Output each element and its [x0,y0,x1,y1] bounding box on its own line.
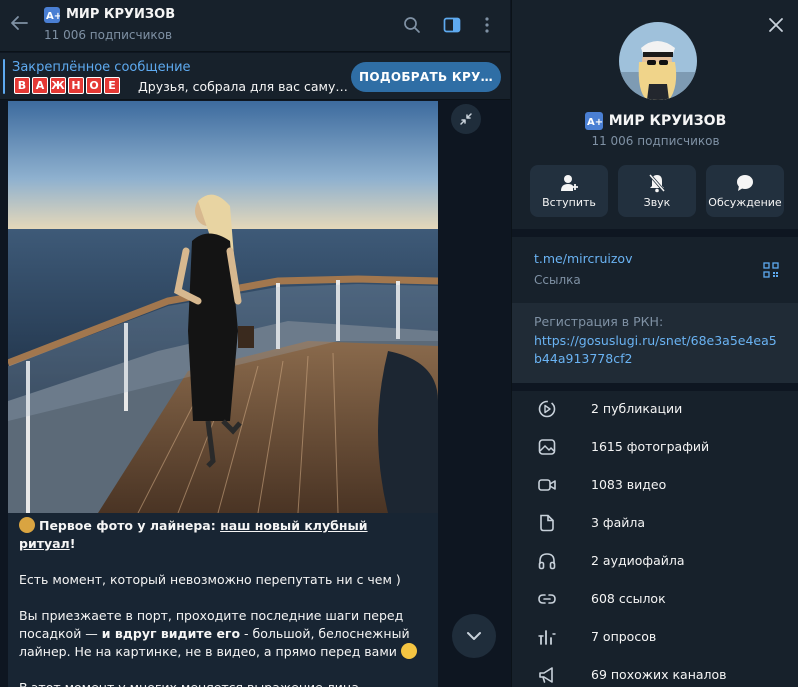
media-row-videos[interactable]: 1083 видео [512,467,798,505]
media-row-posts[interactable]: 2 публикации [512,391,798,429]
media-row-polls[interactable]: 7 опросов [512,619,798,657]
sidebar-toggle-icon[interactable] [442,15,462,35]
link-icon [538,594,556,604]
camera-emoji-icon [19,517,35,533]
starstruck-emoji-icon [400,643,417,659]
join-button[interactable]: Вступить [530,165,608,217]
message-bold-end: ! [69,536,76,551]
collapse-button[interactable] [451,104,481,134]
media-label: 7 опросов [591,629,657,644]
important-tag: В А Ж Н О Е [14,77,120,94]
media-label: 2 аудиофайла [591,553,685,568]
qr-code-icon[interactable] [763,262,779,278]
message-line-1: Первое фото у лайнера: наш новый клубный… [19,517,427,553]
message-paragraph-3: Вы приезжаете в порт, проходите последни… [19,607,427,661]
link-label: Ссылка [534,273,581,287]
photo-icon [538,439,556,455]
media-row-links[interactable]: 608 ссылок [512,581,798,619]
message-bubble: Первое фото у лайнера: наш новый клубный… [8,513,438,687]
message-paragraph-4: В этот момент у многих меняется выражени… [19,679,427,687]
media-label: 2 публикации [591,401,683,416]
chat-header[interactable]: A+ МИР КРУИЗОВ 11 006 подписчиков [0,0,510,52]
pick-cruise-button[interactable]: ПОДОБРАТЬ КРУ… [351,62,501,92]
chat-title[interactable]: МИР КРУИЗОВ [66,7,175,22]
message-paragraph-2: Есть момент, который невозможно перепута… [19,572,401,587]
svg-text:A+: A+ [46,11,60,22]
channel-name: A+ МИР КРУИЗОВ [512,112,798,130]
channel-info-panel: A+ МИР КРУИЗОВ 11 006 подписчиков Вступи… [511,0,798,687]
tag-letter: Е [104,77,120,94]
pinned-text: Друзья, собрала для вас саму… [138,79,348,94]
media-label: 1615 фотографий [591,439,710,454]
more-icon[interactable] [477,15,497,35]
message-bold-text: Первое фото у лайнера: [38,518,221,533]
close-icon[interactable] [766,15,786,35]
info-header: A+ МИР КРУИЗОВ 11 006 подписчиков Вступи… [512,0,798,229]
media-label: 3 файла [591,515,646,530]
video-icon [538,479,556,491]
media-list: 2 публикации 1615 фотографий 1083 видео … [512,391,798,687]
poll-icon [538,630,556,645]
media-row-similar[interactable]: 69 похожих каналов [512,657,798,687]
discussion-button[interactable]: Обсуждение [706,165,784,217]
media-label: 1083 видео [591,477,667,492]
chat-pane: A+ МИР КРУИЗОВ 11 006 подписчиков Закреп… [0,0,510,687]
media-row-audio[interactable]: 2 аудиофайла [512,543,798,581]
pinned-label: Закреплённое сообщение [12,60,191,75]
tag-letter: А [32,77,48,94]
add-user-icon [561,175,578,191]
message-bold-text: и вдруг видите его [101,626,241,641]
file-icon [540,514,554,532]
posts-icon [538,400,556,418]
media-row-files[interactable]: 3 файла [512,505,798,543]
sound-button[interactable]: Звук [618,165,696,217]
chevron-down-icon [467,632,481,640]
tag-letter: Ж [50,77,66,94]
rkn-label: Регистрация в РКН: [534,314,664,329]
discussion-label: Обсуждение [708,196,782,209]
chat-bubble-icon [737,175,753,191]
tag-letter: Н [68,77,84,94]
bell-muted-icon [648,174,666,193]
tag-letter: О [86,77,102,94]
channel-name-text: МИР КРУИЗОВ [608,113,727,129]
rkn-section: Регистрация в РКН: https://gosuslugi.ru/… [512,303,798,383]
rkn-link[interactable]: https://gosuslugi.ru/snet/68e3a5e4ea5b44… [534,332,784,368]
channel-logo-icon: A+ [44,7,62,23]
megaphone-icon [539,667,553,683]
media-row-photos[interactable]: 1615 фотографий [512,429,798,467]
sound-label: Звук [643,196,671,209]
pinned-indicator [3,59,5,94]
collapse-icon [460,113,472,125]
channel-logo-icon: A+ [584,112,603,130]
back-arrow-icon[interactable] [8,12,30,34]
message-photo[interactable] [8,101,438,513]
scroll-down-button[interactable] [452,614,496,658]
tag-letter: В [14,77,30,94]
channel-link[interactable]: t.me/mircruizov [534,251,632,266]
link-section: t.me/mircruizov Ссылка [512,237,798,303]
join-label: Вступить [542,196,596,209]
search-icon[interactable] [402,15,422,35]
avatar[interactable] [619,22,697,100]
media-label: 608 ссылок [591,591,666,606]
headphones-icon [538,553,556,570]
channel-subscribers: 11 006 подписчиков [591,134,720,148]
chat-subscribers: 11 006 подписчиков [44,28,173,42]
svg-text:A+: A+ [587,117,603,128]
media-label: 69 похожих каналов [591,667,727,682]
